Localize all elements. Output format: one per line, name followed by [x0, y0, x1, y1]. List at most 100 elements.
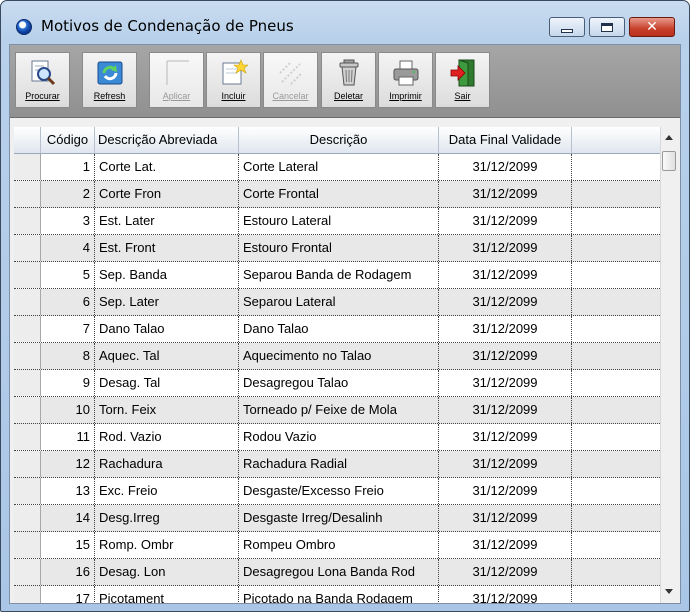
cell-descricao[interactable]: Dano Talao: [239, 316, 439, 342]
cell-codigo[interactable]: 12: [41, 451, 95, 477]
cell-data-final-validade[interactable]: 31/12/2099: [439, 532, 572, 558]
cancelar-button[interactable]: Cancelar: [263, 52, 318, 108]
cell-codigo[interactable]: 15: [41, 532, 95, 558]
header-codigo[interactable]: Código: [41, 127, 95, 153]
row-indicator[interactable]: [14, 154, 41, 180]
table-row[interactable]: 14 Desg.Irreg Desgaste Irreg/Desalinh 31/12…: [14, 505, 660, 532]
row-indicator[interactable]: [14, 181, 41, 207]
cell-descricao[interactable]: Aquecimento no Talao: [239, 343, 439, 369]
cell-codigo[interactable]: 11: [41, 424, 95, 450]
cell-descricao[interactable]: Desgaste Irreg/Desalinh: [239, 505, 439, 531]
table-row[interactable]: 7 Dano Talao Dano Talao 31/12/2099: [14, 316, 660, 343]
cell-descricao-abreviada[interactable]: Corte Lat.: [95, 154, 239, 180]
table-row[interactable]: 9 Desag. Tal Desagregou Talao 31/12/2099: [14, 370, 660, 397]
header-data-final-validade[interactable]: Data Final Validade: [439, 127, 572, 153]
imprimir-button[interactable]: Imprimir: [378, 52, 433, 108]
cell-descricao-abreviada[interactable]: Romp. Ombr: [95, 532, 239, 558]
table-row[interactable]: 15 Romp. Ombr Rompeu Ombro 31/12/2099: [14, 532, 660, 559]
cell-codigo[interactable]: 13: [41, 478, 95, 504]
cell-codigo[interactable]: 17: [41, 586, 95, 603]
cell-codigo[interactable]: 1: [41, 154, 95, 180]
cell-data-final-validade[interactable]: 31/12/2099: [439, 397, 572, 423]
row-indicator[interactable]: [14, 316, 41, 342]
table-row[interactable]: 2 Corte Fron Corte Frontal 31/12/2099: [14, 181, 660, 208]
row-indicator[interactable]: [14, 424, 41, 450]
row-indicator[interactable]: [14, 451, 41, 477]
cell-codigo[interactable]: 14: [41, 505, 95, 531]
vertical-scrollbar[interactable]: [660, 127, 677, 603]
cell-codigo[interactable]: 8: [41, 343, 95, 369]
table-row[interactable]: 10 Torn. Feix Torneado p/ Feixe de Mola 31/…: [14, 397, 660, 424]
cell-data-final-validade[interactable]: 31/12/2099: [439, 235, 572, 261]
cell-descricao-abreviada[interactable]: Aquec. Tal: [95, 343, 239, 369]
cell-codigo[interactable]: 9: [41, 370, 95, 396]
row-indicator[interactable]: [14, 397, 41, 423]
cell-descricao[interactable]: Rompeu Ombro: [239, 532, 439, 558]
cell-descricao[interactable]: Estouro Lateral: [239, 208, 439, 234]
sair-button[interactable]: Sair: [435, 52, 490, 108]
cell-data-final-validade[interactable]: 31/12/2099: [439, 559, 572, 585]
cell-descricao[interactable]: Separou Banda de Rodagem: [239, 262, 439, 288]
row-indicator[interactable]: [14, 262, 41, 288]
cell-descricao-abreviada[interactable]: Dano Talao: [95, 316, 239, 342]
cell-codigo[interactable]: 2: [41, 181, 95, 207]
cell-descricao-abreviada[interactable]: Corte Fron: [95, 181, 239, 207]
aplicar-button[interactable]: Aplicar: [149, 52, 204, 108]
table-row[interactable]: 8 Aquec. Tal Aquecimento no Talao 31/12/209…: [14, 343, 660, 370]
cell-descricao[interactable]: Corte Lateral: [239, 154, 439, 180]
cell-data-final-validade[interactable]: 31/12/2099: [439, 154, 572, 180]
cell-data-final-validade[interactable]: 31/12/2099: [439, 478, 572, 504]
cell-descricao-abreviada[interactable]: Picotament: [95, 586, 239, 603]
procurar-button[interactable]: Procurar: [15, 52, 70, 108]
deletar-button[interactable]: Deletar: [321, 52, 376, 108]
cell-descricao-abreviada[interactable]: Rod. Vazio: [95, 424, 239, 450]
table-row[interactable]: 4 Est. Front Estouro Frontal 31/12/2099: [14, 235, 660, 262]
cell-descricao[interactable]: Desagregou Talao: [239, 370, 439, 396]
table-row[interactable]: 3 Est. Later Estouro Lateral 31/12/2099: [14, 208, 660, 235]
row-indicator[interactable]: [14, 505, 41, 531]
cell-data-final-validade[interactable]: 31/12/2099: [439, 424, 572, 450]
cell-descricao-abreviada[interactable]: Desag. Tal: [95, 370, 239, 396]
cell-data-final-validade[interactable]: 31/12/2099: [439, 370, 572, 396]
scrollbar-thumb[interactable]: [662, 151, 676, 171]
cell-data-final-validade[interactable]: 31/12/2099: [439, 262, 572, 288]
cell-codigo[interactable]: 5: [41, 262, 95, 288]
cell-descricao[interactable]: Corte Frontal: [239, 181, 439, 207]
cell-descricao-abreviada[interactable]: Rachadura: [95, 451, 239, 477]
cell-descricao-abreviada[interactable]: Sep. Banda: [95, 262, 239, 288]
cell-data-final-validade[interactable]: 31/12/2099: [439, 505, 572, 531]
cell-codigo[interactable]: 16: [41, 559, 95, 585]
header-descricao-abreviada[interactable]: Descrição Abreviada: [95, 127, 239, 153]
table-row[interactable]: 1 Corte Lat. Corte Lateral 31/12/2099: [14, 154, 660, 181]
cell-descricao-abreviada[interactable]: Sep. Later: [95, 289, 239, 315]
cell-descricao-abreviada[interactable]: Exc. Freio: [95, 478, 239, 504]
row-indicator[interactable]: [14, 208, 41, 234]
refresh-button[interactable]: Refresh: [82, 52, 137, 108]
cell-descricao[interactable]: Torneado p/ Feixe de Mola: [239, 397, 439, 423]
close-button[interactable]: ✕: [629, 17, 675, 37]
scroll-up-button[interactable]: [661, 129, 677, 146]
cell-descricao[interactable]: Rachadura Radial: [239, 451, 439, 477]
incluir-button[interactable]: Incluir: [206, 52, 261, 108]
row-indicator[interactable]: [14, 478, 41, 504]
table-row[interactable]: 12 Rachadura Rachadura Radial 31/12/2099: [14, 451, 660, 478]
maximize-button[interactable]: [589, 17, 625, 37]
cell-codigo[interactable]: 4: [41, 235, 95, 261]
cell-descricao-abreviada[interactable]: Est. Front: [95, 235, 239, 261]
row-indicator[interactable]: [14, 289, 41, 315]
cell-descricao[interactable]: Estouro Frontal: [239, 235, 439, 261]
table-row[interactable]: 11 Rod. Vazio Rodou Vazio 31/12/2099: [14, 424, 660, 451]
table-row[interactable]: 17 Picotament Picotado na Banda Rodagem 31/…: [14, 586, 660, 603]
cell-data-final-validade[interactable]: 31/12/2099: [439, 586, 572, 603]
cell-data-final-validade[interactable]: 31/12/2099: [439, 208, 572, 234]
row-indicator[interactable]: [14, 235, 41, 261]
cell-descricao-abreviada[interactable]: Est. Later: [95, 208, 239, 234]
cell-data-final-validade[interactable]: 31/12/2099: [439, 289, 572, 315]
row-indicator[interactable]: [14, 532, 41, 558]
cell-descricao-abreviada[interactable]: Torn. Feix: [95, 397, 239, 423]
data-grid[interactable]: Código Descrição Abreviada Descrição Dat…: [14, 127, 677, 603]
table-row[interactable]: 13 Exc. Freio Desgaste/Excesso Freio 31/12/…: [14, 478, 660, 505]
cell-descricao[interactable]: Desagregou Lona Banda Rod: [239, 559, 439, 585]
cell-codigo[interactable]: 6: [41, 289, 95, 315]
row-indicator[interactable]: [14, 370, 41, 396]
